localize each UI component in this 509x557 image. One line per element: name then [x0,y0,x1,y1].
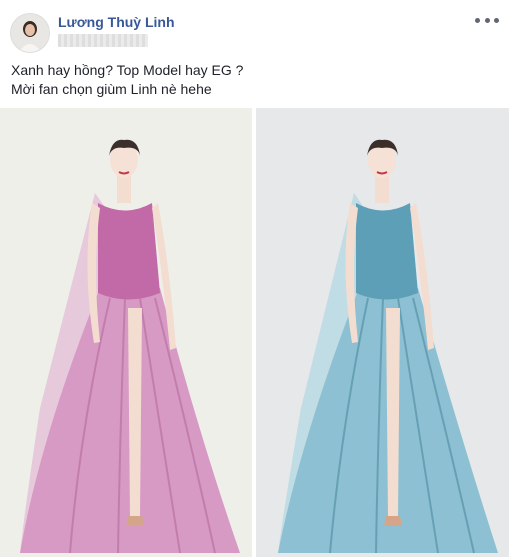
ellipsis-icon[interactable] [475,14,499,26]
photo-pink-gown[interactable] [0,108,252,557]
caption-line: Mời fan chọn giùm Linh nè hehe [11,81,212,97]
post-timestamp-blurred [58,34,148,47]
photo-grid [0,108,509,557]
author-avatar[interactable] [10,13,50,53]
author-name[interactable]: Lương Thuỳ Linh [58,14,175,30]
photo-blue-gown[interactable] [256,108,509,557]
facebook-post: Lương Thuỳ Linh Xanh hay hồng? Top Model… [0,0,509,557]
post-caption: Xanh hay hồng? Top Model hay EG ? Mời fa… [11,61,243,99]
blue-gown-illustration [256,108,509,557]
pink-gown-illustration [0,108,252,557]
caption-line: Xanh hay hồng? Top Model hay EG ? [11,62,244,78]
